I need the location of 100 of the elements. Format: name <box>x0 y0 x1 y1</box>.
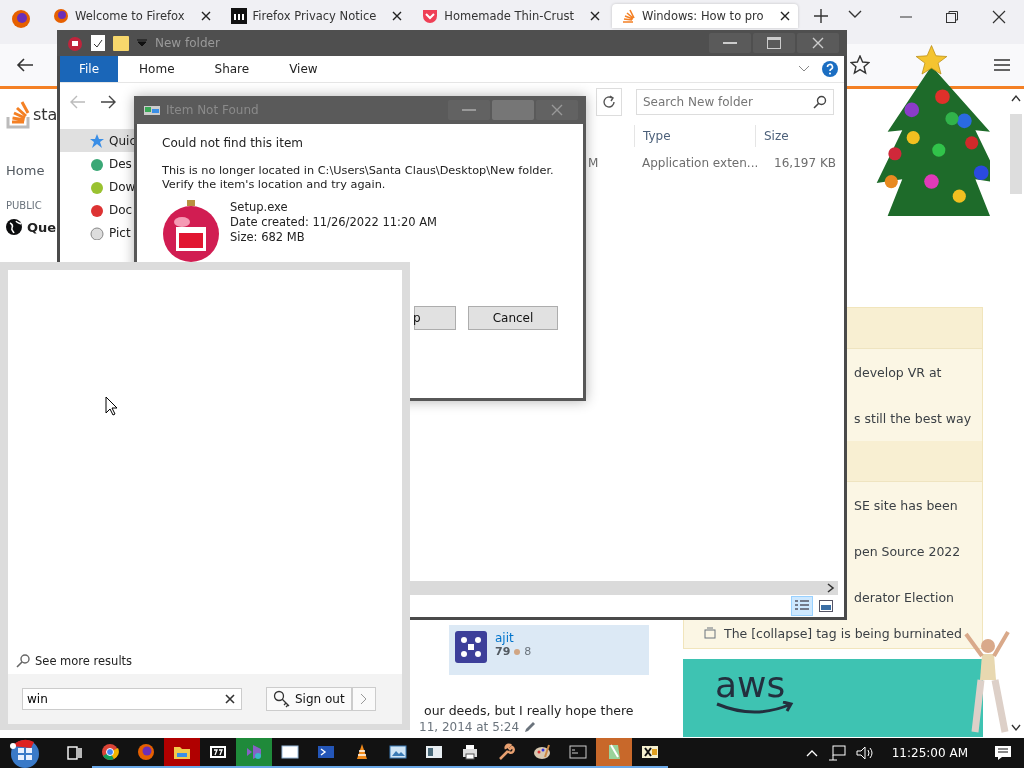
pencil-icon[interactable] <box>524 721 537 733</box>
chrome-icon <box>101 743 119 761</box>
browser-tab[interactable]: Windows: How to pro <box>612 4 798 28</box>
scrollbar-down-icon[interactable] <box>1011 724 1021 732</box>
chevron-right-icon[interactable] <box>827 583 835 593</box>
reputation: 79 <box>495 645 511 658</box>
network-icon[interactable] <box>827 745 846 761</box>
key-icon <box>273 690 291 708</box>
help-icon[interactable] <box>822 61 838 77</box>
sidebar-link[interactable]: s still the best way <box>854 410 972 426</box>
close-icon[interactable] <box>779 11 790 21</box>
close-icon[interactable] <box>992 10 1006 24</box>
smile-arrow-icon <box>715 701 795 717</box>
archive-icon <box>209 743 227 761</box>
search-icon[interactable] <box>813 95 827 109</box>
browser-tab[interactable]: Homemade Thin-Crust <box>414 4 608 28</box>
folder-icon[interactable] <box>113 35 129 51</box>
speaker-icon[interactable] <box>855 745 874 761</box>
search-field[interactable]: win <box>22 688 242 710</box>
clear-icon[interactable] <box>225 694 235 704</box>
stack-icon <box>620 8 636 24</box>
star-icon[interactable] <box>850 55 870 75</box>
forward-arrow-icon[interactable] <box>100 95 116 109</box>
globe-icon <box>6 219 22 235</box>
restore-icon[interactable] <box>946 11 958 23</box>
nav-link[interactable]: Que <box>27 219 57 235</box>
see-more-link[interactable]: See more results <box>16 654 133 668</box>
column-header[interactable]: Size <box>755 125 834 147</box>
scrollbar-up-icon[interactable] <box>1011 94 1021 102</box>
browser-tab[interactable]: Welcome to Firefox <box>45 4 219 28</box>
ad-banner[interactable]: aws <box>683 659 983 737</box>
refresh-icon <box>602 95 616 109</box>
user-name[interactable]: ajit <box>495 631 532 645</box>
notification-icon[interactable] <box>994 745 1012 761</box>
dialog-button[interactable]: Cancel <box>468 306 558 330</box>
refresh-button[interactable] <box>596 88 622 116</box>
file-detail: Size: 682 MB <box>230 230 306 245</box>
ribbon-tab[interactable]: Share <box>195 56 269 82</box>
command-prompt-icon <box>569 743 587 761</box>
mouse-pointer-icon <box>105 396 118 416</box>
browser-tab[interactable]: Firefox Privacy Notice <box>222 4 411 28</box>
star-icon <box>90 133 104 148</box>
list-icon <box>795 599 809 613</box>
nav-link[interactable]: Home <box>6 163 45 178</box>
minimize-button[interactable] <box>709 33 751 53</box>
panel-icon <box>425 743 443 761</box>
table-cell-text: Application exten... <box>641 156 760 170</box>
badge-dot-icon <box>514 648 521 655</box>
maximize-button[interactable] <box>753 33 795 53</box>
post-text: our deeds, but I really hope there <box>424 703 635 718</box>
logo-text[interactable]: sta <box>33 104 58 124</box>
ribbon-tab[interactable]: View <box>270 56 337 82</box>
chevron-down-icon[interactable] <box>847 9 862 19</box>
spreadsheet-icon <box>641 743 659 761</box>
thumbnail-view-button[interactable] <box>816 597 836 615</box>
sign-out-button[interactable]: Sign out <box>266 687 352 711</box>
sidebar-link[interactable]: develop VR at <box>854 364 942 380</box>
back-arrow-icon[interactable] <box>16 57 34 73</box>
file-detail: Date created: 11/26/2022 11:20 AM <box>230 215 437 230</box>
sidebar-link[interactable]: The [collapse] tag is being burninated <box>724 625 962 641</box>
minimize-icon <box>462 109 476 111</box>
tab-label: Welcome to Firefox <box>75 9 185 23</box>
chevron-up-icon[interactable] <box>805 749 818 757</box>
infinity-icon <box>245 743 263 761</box>
pocket-icon <box>422 8 439 24</box>
menu-icon[interactable] <box>994 58 1010 72</box>
avatar-icon <box>455 631 487 663</box>
plus-icon[interactable] <box>813 9 828 23</box>
image-icon <box>819 600 833 612</box>
nav-heading: PUBLIC <box>6 200 42 211</box>
dialog-message: This is no longer located in C:\Users\Santa Claus\Desktop\New folder. Verify the item's location and try again. <box>162 164 555 192</box>
window-title: New folder <box>155 36 220 50</box>
wrench-icon <box>497 743 515 761</box>
firefox-icon[interactable] <box>11 9 31 29</box>
maximize-icon <box>767 37 781 49</box>
tab-label: Homemade Thin-Crust <box>444 9 574 23</box>
dialog-button[interactable]: p <box>414 306 456 330</box>
details-view-button[interactable] <box>791 596 813 616</box>
close-icon[interactable] <box>392 11 403 21</box>
checklist-icon[interactable] <box>91 35 105 51</box>
table-cell-text: 16,197 KB <box>773 156 836 170</box>
search-field[interactable]: Search New folder <box>636 89 834 115</box>
close-icon[interactable] <box>200 11 211 21</box>
close-icon[interactable] <box>590 11 600 21</box>
column-header[interactable]: Type <box>634 125 755 147</box>
close-button[interactable] <box>797 33 839 53</box>
ribbon-tab[interactable]: File <box>60 56 119 82</box>
ribbon-tab[interactable]: Home <box>120 56 194 82</box>
printer-icon <box>461 743 479 761</box>
scrollbar-thumb[interactable] <box>1010 114 1022 194</box>
sidebar-link[interactable]: derator Election <box>854 589 954 605</box>
start-orb-icon[interactable] <box>8 738 42 768</box>
stack-logo-icon[interactable] <box>6 99 32 129</box>
sidebar-link[interactable]: pen Source 2022 <box>854 543 961 559</box>
task-view-icon <box>65 744 83 762</box>
post-date: 11, 2014 at 5:24 <box>419 720 520 734</box>
sidebar-link[interactable]: SE site has been <box>854 497 958 513</box>
tab-label: Firefox Privacy Notice <box>252 9 377 23</box>
clock-time[interactable]: 11:25:00 AM <box>891 746 968 760</box>
file-detail: Setup.exe <box>230 200 289 215</box>
